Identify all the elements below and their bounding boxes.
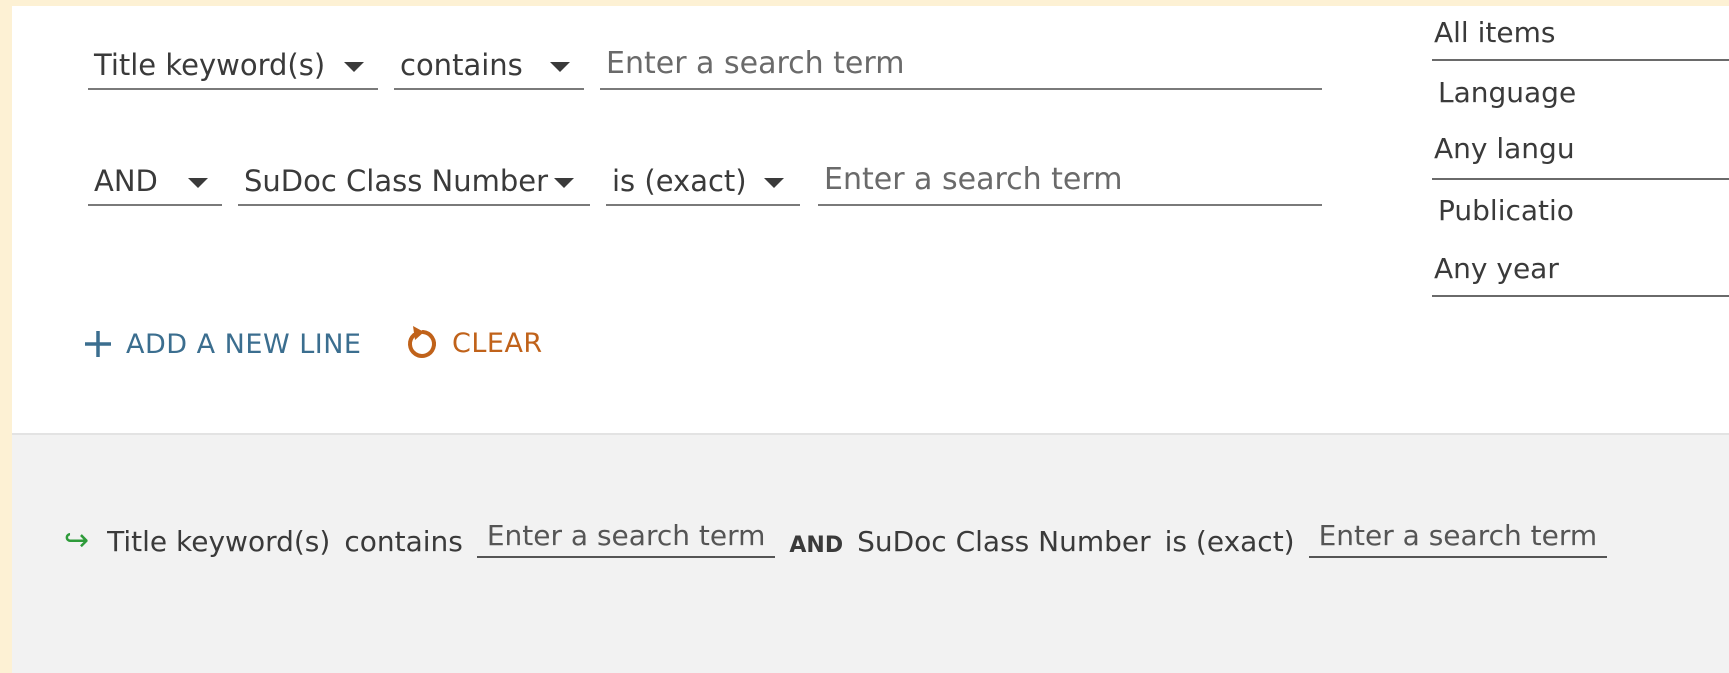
- chevron-down-icon: [344, 62, 364, 72]
- row1-search-input[interactable]: [600, 38, 1322, 90]
- summary-operator1: contains: [344, 525, 463, 558]
- row2-search-input[interactable]: [818, 154, 1322, 206]
- year-dropdown[interactable]: Any year: [1434, 252, 1559, 285]
- summary-operator2: is (exact): [1164, 525, 1295, 558]
- chevron-down-icon: [550, 62, 570, 72]
- row2-operator-dropdown[interactable]: is (exact): [606, 154, 800, 206]
- row1-operator-dropdown[interactable]: contains: [394, 38, 584, 90]
- clear-label: CLEAR: [452, 327, 543, 359]
- row2-field-label: SuDoc Class Number: [244, 164, 549, 198]
- advanced-search-panel: Title keyword(s) contains AND SuDoc Clas…: [12, 6, 1729, 673]
- summary-boolean: AND: [789, 533, 844, 558]
- row1-field-dropdown[interactable]: Title keyword(s): [88, 38, 378, 90]
- query-summary: ↪ Title keyword(s) contains Enter a sear…: [12, 433, 1729, 673]
- summary-field1: Title keyword(s): [107, 525, 331, 558]
- summary-field2: SuDoc Class Number: [857, 525, 1151, 558]
- clear-button[interactable]: CLEAR: [402, 324, 543, 362]
- row2-boolean-dropdown[interactable]: AND: [88, 154, 222, 206]
- chevron-down-icon: [554, 178, 574, 188]
- row2-field-dropdown[interactable]: SuDoc Class Number: [238, 154, 590, 206]
- summary-term1[interactable]: Enter a search term: [476, 519, 776, 558]
- row2-operator-label: is (exact): [612, 164, 747, 198]
- publication-date-label: Publicatio: [1438, 194, 1574, 227]
- divider: [1432, 59, 1729, 61]
- language-label: Language: [1438, 76, 1577, 109]
- row1-field-label: Title keyword(s): [94, 48, 326, 82]
- add-new-line-label: ADD A NEW LINE: [126, 328, 362, 360]
- row1-operator-label: contains: [400, 48, 523, 82]
- add-new-line-button[interactable]: ADD A NEW LINE: [82, 328, 362, 360]
- divider: [1432, 178, 1729, 180]
- row2-boolean-label: AND: [94, 164, 158, 198]
- arrow-right-icon: ↪: [64, 523, 90, 558]
- chevron-down-icon: [188, 178, 208, 188]
- chevron-down-icon: [764, 178, 784, 188]
- reset-icon: [408, 326, 436, 358]
- query-summary-row: ↪ Title keyword(s) contains Enter a sear…: [64, 519, 1621, 558]
- plus-icon: [85, 331, 111, 357]
- summary-term2[interactable]: Enter a search term: [1308, 519, 1608, 558]
- language-dropdown[interactable]: Any langu: [1434, 132, 1575, 165]
- items-type-dropdown[interactable]: All items: [1434, 16, 1555, 49]
- divider: [1432, 295, 1729, 297]
